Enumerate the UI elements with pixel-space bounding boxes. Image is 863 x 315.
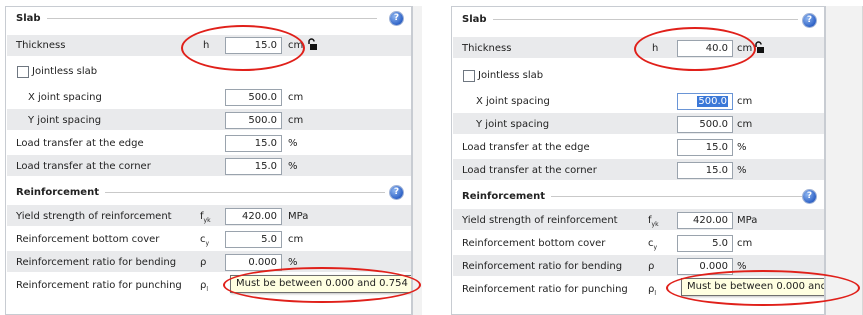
yield-unit: MPa <box>288 211 309 222</box>
y-joint-label: Y joint spacing <box>28 115 102 126</box>
validation-tooltip: Must be between 0.000 and 0.283 . <box>681 278 824 296</box>
punching-symbol: ρl <box>200 280 209 293</box>
yield-label: Yield strength of reinforcement <box>16 211 172 222</box>
bending-input[interactable]: 0.000 <box>225 254 282 271</box>
x-joint-label: X joint spacing <box>476 96 550 107</box>
corner-unit: % <box>288 161 298 172</box>
bending-unit: % <box>737 261 747 272</box>
jointless-label: Jointless slab <box>478 70 544 81</box>
cover-input[interactable]: 5.0 <box>677 235 733 252</box>
thickness-label: Thickness <box>462 43 512 54</box>
slab-section-title: Slab <box>16 12 41 24</box>
edge-input[interactable]: 15.0 <box>225 135 282 152</box>
section-divider <box>46 17 377 19</box>
thickness-input[interactable]: 15.0 <box>225 37 282 54</box>
bending-symbol: ρ <box>200 257 207 268</box>
slab-section-header: Slab <box>462 12 798 26</box>
thickness-label: Thickness <box>16 40 66 51</box>
thickness-symbol: h <box>203 40 210 51</box>
x-joint-label: X joint spacing <box>28 92 102 103</box>
side-panel-strip <box>825 6 863 315</box>
x-joint-input[interactable]: 500.0 <box>677 93 733 110</box>
jointless-label: Jointless slab <box>32 66 98 77</box>
cover-symbol: cy <box>200 234 210 247</box>
jointless-checkbox[interactable] <box>17 66 29 78</box>
bending-unit: % <box>288 257 298 268</box>
corner-label: Load transfer at the corner <box>16 161 151 172</box>
corner-input[interactable]: 15.0 <box>225 158 282 175</box>
edge-unit: % <box>737 142 747 153</box>
scrollbar-track[interactable] <box>412 6 422 315</box>
question-icon[interactable]: ? <box>390 12 403 25</box>
x-joint-unit: cm <box>288 92 304 103</box>
y-joint-input[interactable]: 500.0 <box>677 116 733 133</box>
unlocked-padlock-icon[interactable] <box>306 38 318 50</box>
slab-section-title: Slab <box>462 13 487 25</box>
bending-label: Reinforcement ratio for bending <box>462 261 623 272</box>
cover-symbol: cy <box>648 238 658 251</box>
slab-section-header: Slab <box>16 11 377 25</box>
reinforcement-section-title: Reinforcement <box>16 186 99 198</box>
section-divider <box>105 191 385 193</box>
section-divider <box>551 195 806 197</box>
corner-unit: % <box>737 165 747 176</box>
yield-input[interactable]: 420.00 <box>677 212 733 229</box>
bending-label: Reinforcement ratio for bending <box>16 257 177 268</box>
yield-unit: MPa <box>737 215 758 226</box>
question-icon[interactable]: ? <box>803 190 816 203</box>
bending-input[interactable]: 0.000 <box>677 258 733 275</box>
bending-symbol: ρ <box>648 261 655 272</box>
thickness-input[interactable]: 40.0 <box>677 40 733 57</box>
edge-label: Load transfer at the edge <box>16 138 144 149</box>
cover-unit: cm <box>737 238 753 249</box>
thickness-unit: cm <box>288 40 304 51</box>
corner-input[interactable]: 15.0 <box>677 162 733 179</box>
yield-input[interactable]: 420.00 <box>225 208 282 225</box>
question-icon[interactable]: ? <box>390 186 403 199</box>
reinforcement-section-title: Reinforcement <box>462 190 545 202</box>
corner-label: Load transfer at the corner <box>462 165 597 176</box>
cover-unit: cm <box>288 234 304 245</box>
section-divider <box>492 18 798 20</box>
edge-unit: % <box>288 138 298 149</box>
yield-symbol: fyk <box>200 211 211 224</box>
yield-label: Yield strength of reinforcement <box>462 215 618 226</box>
y-joint-label: Y joint spacing <box>476 119 550 130</box>
edge-label: Load transfer at the edge <box>462 142 590 153</box>
x-joint-unit: cm <box>737 96 753 107</box>
punching-label: Reinforcement ratio for punching <box>462 284 628 295</box>
cover-label: Reinforcement bottom cover <box>16 234 160 245</box>
unlocked-padlock-icon[interactable] <box>753 41 765 53</box>
thickness-symbol: h <box>652 43 659 54</box>
thickness-unit: cm <box>737 43 753 54</box>
left-properties-panel: Slab ? Thickness h 15.0 cm Jointless sla… <box>5 6 412 315</box>
y-joint-unit: cm <box>737 119 753 130</box>
validation-tooltip: Must be between 0.000 and 0.754 . <box>230 275 411 293</box>
y-joint-input[interactable]: 500.0 <box>225 112 282 129</box>
cover-label: Reinforcement bottom cover <box>462 238 606 249</box>
yield-symbol: fyk <box>648 215 659 228</box>
reinforcement-section-header: Reinforcement <box>462 189 806 203</box>
punching-symbol: ρl <box>648 284 657 297</box>
y-joint-unit: cm <box>288 115 304 126</box>
x-joint-input[interactable]: 500.0 <box>225 89 282 106</box>
jointless-checkbox[interactable] <box>463 70 475 82</box>
reinforcement-section-header: Reinforcement <box>16 185 385 199</box>
right-properties-panel: Slab ? Thickness h 40.0 cm Jointless sla… <box>451 6 825 315</box>
cover-input[interactable]: 5.0 <box>225 231 282 248</box>
edge-input[interactable]: 15.0 <box>677 139 733 156</box>
punching-label: Reinforcement ratio for punching <box>16 280 182 291</box>
question-icon[interactable]: ? <box>803 14 816 27</box>
